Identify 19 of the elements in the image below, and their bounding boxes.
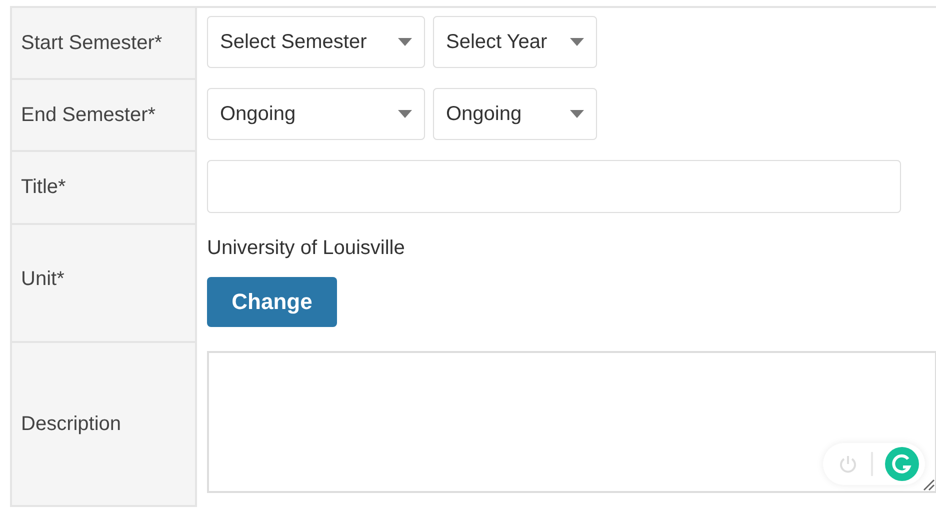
unit-name: University of Louisville (207, 237, 405, 260)
power-icon (837, 453, 859, 475)
caret-icon (570, 110, 584, 118)
select-dropdown[interactable]: Select Year (433, 16, 597, 68)
title-input-field[interactable] (207, 160, 901, 213)
label-cell: Description (10, 343, 197, 507)
select-dropdown[interactable]: Ongoing (207, 88, 425, 140)
label-cell: Start Semester* (10, 8, 197, 80)
label-cell: End Semester* (10, 80, 197, 152)
label-cell: Unit* (10, 225, 197, 343)
description-field[interactable] (207, 351, 936, 493)
caret-icon (570, 38, 584, 46)
select-dropdown[interactable]: Select Semester (207, 16, 425, 68)
select-dropdown[interactable]: Ongoing (433, 88, 597, 140)
label-cell: Title* (10, 152, 197, 225)
caret-icon (398, 110, 412, 118)
resize-grip-icon[interactable] (921, 477, 935, 491)
caret-icon (398, 38, 412, 46)
change-button[interactable]: Change (207, 277, 337, 327)
